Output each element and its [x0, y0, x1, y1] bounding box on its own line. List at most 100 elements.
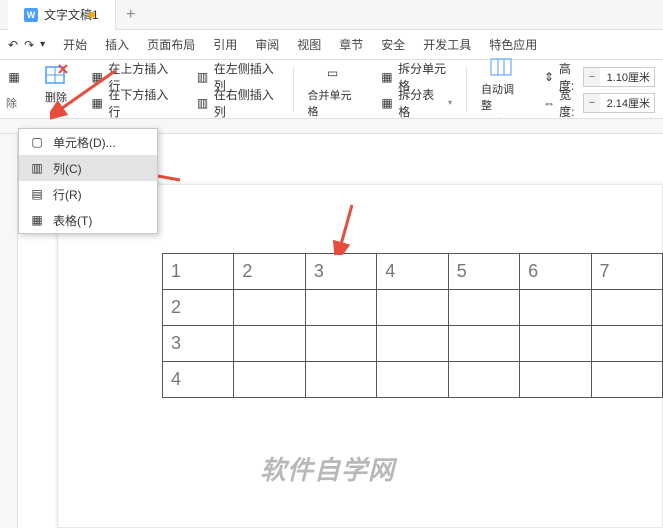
- ribbon-item-top[interactable]: ▦: [2, 66, 26, 88]
- separator: [466, 67, 467, 113]
- table-cell[interactable]: [520, 362, 591, 398]
- table-cell[interactable]: [520, 326, 591, 362]
- table-row[interactable]: 2: [163, 290, 663, 326]
- qa-dropdown-icon[interactable]: ▾: [40, 39, 45, 50]
- table-cell[interactable]: [305, 326, 376, 362]
- width-input[interactable]: [600, 94, 654, 112]
- table-cell[interactable]: 4: [163, 362, 234, 398]
- height-spinner[interactable]: −: [583, 67, 655, 87]
- split-cells[interactable]: ▦拆分单元格: [376, 66, 456, 88]
- table-cell[interactable]: [234, 326, 305, 362]
- table-cell[interactable]: [448, 362, 519, 398]
- table-cell[interactable]: [377, 362, 448, 398]
- split-table-icon: ▦: [380, 95, 395, 111]
- autofit-icon: [489, 55, 513, 79]
- width-spinner[interactable]: −: [583, 93, 655, 113]
- menu-special[interactable]: 特色应用: [489, 36, 537, 53]
- table-row[interactable]: 1 2 3 4 5 6 7: [163, 254, 663, 290]
- table-cell[interactable]: [305, 290, 376, 326]
- unsaved-indicator: [89, 12, 95, 18]
- table-cell[interactable]: 3: [163, 326, 234, 362]
- table-cell[interactable]: [305, 362, 376, 398]
- dd-row[interactable]: ▤ 行(R): [19, 181, 157, 207]
- table-icon: ▦: [6, 69, 22, 85]
- table-row[interactable]: 4: [163, 362, 663, 398]
- table-cell[interactable]: 3: [305, 254, 376, 290]
- decr-button[interactable]: −: [584, 94, 600, 112]
- split-group: ▦拆分单元格 ▦拆分表格▾: [372, 66, 460, 114]
- delete-dropdown: ▢单元格(D)... ▥列(C) ▤ 行(R) ▦ 表格(T): [18, 128, 158, 234]
- insert-col-left[interactable]: ▥在左侧插入列: [191, 66, 282, 88]
- height-input[interactable]: [600, 68, 654, 86]
- row-below-icon: ▦: [90, 95, 104, 111]
- insert-rows-group: ▦在上方插入行 ▦在下方插入行: [82, 66, 181, 114]
- merge-label: 合并单元格: [308, 87, 358, 119]
- autofit-button[interactable]: 自动调整 ▾: [473, 53, 529, 126]
- col-right-icon: ▥: [195, 95, 209, 111]
- row-delete-icon: ▤: [29, 186, 45, 202]
- table-cell[interactable]: [520, 290, 591, 326]
- table-cell[interactable]: 2: [234, 254, 305, 290]
- document-tabbar: W 文字文稿1 +: [0, 0, 663, 30]
- table-cell[interactable]: [377, 290, 448, 326]
- delete-table-icon: [44, 63, 68, 87]
- ribbon-group-left: ▦ 除: [0, 66, 30, 114]
- table-cell[interactable]: [448, 326, 519, 362]
- delete-button[interactable]: 删除 ▾: [36, 61, 76, 118]
- menu-review[interactable]: 审阅: [255, 36, 279, 53]
- delete-label: 删除: [45, 89, 67, 105]
- insert-below-label: 在下方插入行: [108, 86, 173, 120]
- table-cell[interactable]: 6: [520, 254, 591, 290]
- quick-access: ↶ ↷ ▾: [8, 38, 45, 52]
- dd-column[interactable]: ▥列(C): [19, 155, 157, 181]
- table-cell[interactable]: [591, 362, 662, 398]
- width-icon: ⇔: [543, 95, 555, 111]
- merge-cells-button: ▭ 合并单元格: [300, 59, 366, 121]
- table-cell[interactable]: 7: [591, 254, 662, 290]
- autofit-label: 自动调整: [481, 81, 521, 113]
- table-cell[interactable]: 4: [377, 254, 448, 290]
- dd-row-label: 行(R): [53, 186, 82, 203]
- table-cell[interactable]: [591, 290, 662, 326]
- menu-start[interactable]: 开始: [63, 36, 87, 53]
- table-cell[interactable]: 2: [163, 290, 234, 326]
- ribbon-item-bottom[interactable]: 除: [2, 92, 26, 114]
- insert-row-above[interactable]: ▦在上方插入行: [86, 66, 177, 88]
- new-tab-button[interactable]: +: [116, 6, 146, 24]
- table-cell[interactable]: 5: [448, 254, 519, 290]
- menu-view[interactable]: 视图: [297, 36, 321, 53]
- insert-row-below[interactable]: ▦在下方插入行: [86, 92, 177, 114]
- decr-button[interactable]: −: [584, 68, 600, 86]
- dd-table-label: 表格(T): [53, 212, 92, 229]
- ribbon: ▦ 除 删除 ▾ ▦在上方插入行 ▦在下方插入行 ▥在左侧插入列 ▥在右侧插入列…: [0, 60, 663, 120]
- separator: [293, 67, 294, 113]
- redo-icon[interactable]: ↷: [24, 38, 34, 52]
- table-cell[interactable]: [234, 362, 305, 398]
- menu-dev[interactable]: 开发工具: [423, 36, 471, 53]
- watermark: 软件自学网: [260, 450, 395, 487]
- table-cell[interactable]: 1: [163, 254, 234, 290]
- table-row[interactable]: 3: [163, 326, 663, 362]
- undo-icon[interactable]: ↶: [8, 38, 18, 52]
- table-delete-icon: ▦: [29, 212, 45, 228]
- split-cell-icon: ▦: [380, 69, 394, 85]
- menu-insert[interactable]: 插入: [105, 36, 129, 53]
- size-group: ⇕ 高度: − ⇔ 宽度: −: [535, 66, 663, 114]
- menu-layout[interactable]: 页面布局: [147, 36, 195, 53]
- dd-cell[interactable]: ▢单元格(D)...: [19, 129, 157, 155]
- document-tab[interactable]: W 文字文稿1: [8, 0, 116, 30]
- document-table[interactable]: 1 2 3 4 5 6 7 2 3 4: [162, 253, 663, 398]
- table-cell[interactable]: [377, 326, 448, 362]
- menu-ref[interactable]: 引用: [213, 36, 237, 53]
- split-table[interactable]: ▦拆分表格▾: [376, 92, 456, 114]
- menu-chapter[interactable]: 章节: [339, 36, 363, 53]
- height-icon: ⇕: [543, 69, 555, 85]
- table-cell[interactable]: [234, 290, 305, 326]
- insert-col-right[interactable]: ▥在右侧插入列: [191, 92, 282, 114]
- table-cell[interactable]: [448, 290, 519, 326]
- table-cell[interactable]: [591, 326, 662, 362]
- dd-column-label: 列(C): [53, 160, 82, 177]
- height-row: ⇕ 高度: −: [539, 66, 659, 88]
- dd-table[interactable]: ▦ 表格(T): [19, 207, 157, 233]
- menu-security[interactable]: 安全: [381, 36, 405, 53]
